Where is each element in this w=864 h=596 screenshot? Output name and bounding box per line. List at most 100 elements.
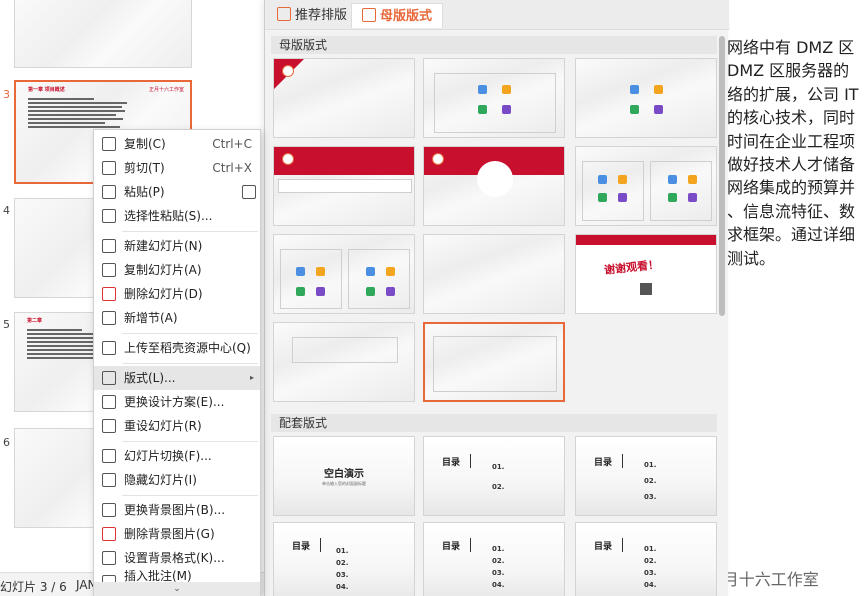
toc-number: 03. <box>644 493 657 501</box>
toc-title: 目录 <box>442 458 461 468</box>
reset-icon <box>102 419 116 433</box>
title-divider <box>470 538 471 552</box>
cut-icon <box>102 161 116 175</box>
thanks-text: 谢谢观看！ <box>603 258 660 277</box>
paste-icon <box>102 185 116 199</box>
placeholder-box <box>278 179 412 193</box>
menu-item-label: 重设幻灯片(R) <box>124 419 202 433</box>
matching-layout-card[interactable]: 目录 01. 02. <box>423 436 565 516</box>
layout-card-selected[interactable] <box>423 322 565 402</box>
tab-master-layout[interactable]: 母版版式 <box>351 3 444 28</box>
menu-item-layout[interactable]: 版式(L)... ▸ <box>94 366 260 390</box>
menu-item-delete-slide[interactable]: 删除幻灯片(D) <box>94 282 260 306</box>
menu-item-hide-slide[interactable]: 隐藏幻灯片(I) <box>94 468 260 492</box>
chart-icon <box>688 175 697 184</box>
title-divider <box>470 454 471 468</box>
text-line: 网络中有 DMZ 区 <box>727 38 855 57</box>
menu-item-label: 上传至稻壳资源中心(Q) <box>124 341 251 355</box>
text-line: 网络集成的预算并 <box>727 178 856 198</box>
placeholder-box <box>433 336 557 392</box>
menu-item-label: 删除幻灯片(D) <box>124 287 203 301</box>
layout-card[interactable] <box>273 322 415 402</box>
change-bg-icon <box>102 503 116 517</box>
menu-item-label: 复制(C) <box>124 137 166 151</box>
media-icon <box>618 193 627 202</box>
chart-icon <box>618 175 627 184</box>
menu-item-new-slide[interactable]: 新建幻灯片(N) <box>94 234 260 258</box>
menu-item-transition[interactable]: 幻灯片切换(F)... <box>94 444 260 468</box>
text-line: 络的扩展，公司 IT <box>727 84 859 104</box>
menu-item-duplicate-slide[interactable]: 复制幻灯片(A) <box>94 258 260 282</box>
layout-card[interactable] <box>575 146 717 226</box>
picture-icon <box>478 85 487 94</box>
toc-title: 目录 <box>594 458 613 468</box>
logo-badge <box>282 65 294 77</box>
layout-card[interactable] <box>273 58 415 138</box>
toc-number: 02. <box>336 559 349 567</box>
menu-item-label: 粘贴(P) <box>124 185 165 199</box>
toc-number: 01. <box>492 545 505 553</box>
media-icon <box>386 287 395 296</box>
scroll-down-icon[interactable]: ⌄ <box>94 582 260 596</box>
toc-number: 01. <box>492 463 505 471</box>
context-menu[interactable]: 复制(C) Ctrl+C 剪切(T) Ctrl+X 粘贴(P) 选择性粘贴(S)… <box>93 129 261 596</box>
menu-item-change-design[interactable]: 更换设计方案(E)... <box>94 390 260 414</box>
bg-format-icon <box>102 551 116 565</box>
new-slide-icon <box>102 239 116 253</box>
toc-number: 01. <box>644 545 657 553</box>
menu-item-paste-special[interactable]: 选择性粘贴(S)... <box>94 204 260 228</box>
table-icon <box>478 105 487 114</box>
panel-scrollbar[interactable] <box>719 36 725 316</box>
menu-item-label: 剪切(T) <box>124 161 165 175</box>
tab-recommended[interactable]: 推荐排版 <box>267 3 357 28</box>
layout-card-thanks[interactable]: 谢谢观看！ <box>575 234 717 314</box>
layout-card[interactable] <box>423 146 565 226</box>
layout-panel[interactable]: 推荐排版 母版版式 母版版式 谢谢观看！ 配套版式 空白演示 单击输入您的封面副… <box>264 0 729 596</box>
menu-item-delete-background[interactable]: 删除背景图片(G) <box>94 522 260 546</box>
toc-number: 02. <box>492 557 505 565</box>
matching-layout-card[interactable]: 目录 01. 02. 03. 04. <box>575 522 717 596</box>
table-icon <box>598 193 607 202</box>
layout-card[interactable] <box>273 146 415 226</box>
picture-icon <box>296 267 305 276</box>
section-matching-layouts: 配套版式 <box>271 414 717 432</box>
slide-thumbnail-2[interactable] <box>14 0 192 68</box>
layout-card[interactable] <box>423 58 565 138</box>
menu-item-upload[interactable]: 上传至稻壳资源中心(Q) <box>94 336 260 360</box>
layout-card[interactable] <box>273 234 415 314</box>
picture-icon <box>598 175 607 184</box>
menu-item-change-background[interactable]: 更换背景图片(B)... <box>94 498 260 522</box>
menu-item-cut[interactable]: 剪切(T) Ctrl+X <box>94 156 260 180</box>
title-divider <box>622 538 623 552</box>
menu-item-copy[interactable]: 复制(C) Ctrl+C <box>94 132 260 156</box>
text-line: 、信息流特征、数 <box>727 201 856 221</box>
menu-item-reset-slide[interactable]: 重设幻灯片(R) <box>94 414 260 438</box>
circle-decoration <box>477 161 513 197</box>
toc-number: 03. <box>644 569 657 577</box>
menu-item-background-format[interactable]: 设置背景格式(K)... <box>94 546 260 570</box>
menu-item-label: 插入批注(M) <box>124 570 192 582</box>
duplicate-slide-icon <box>102 263 116 277</box>
menu-item-label: 版式(L)... <box>124 371 176 385</box>
chart-icon <box>316 267 325 276</box>
transition-icon <box>102 449 116 463</box>
toc-number: 03. <box>336 571 349 579</box>
menu-item-paste[interactable]: 粘贴(P) <box>94 180 260 204</box>
picture-icon <box>630 85 639 94</box>
matching-layout-card[interactable]: 目录 01. 02. 03. 04. <box>273 522 415 596</box>
table-icon <box>366 287 375 296</box>
layout-card[interactable] <box>423 234 565 314</box>
matching-layout-card[interactable]: 目录 01. 02. 03. <box>575 436 717 516</box>
slide-number: 6 <box>3 436 10 449</box>
menu-item-new-section[interactable]: 新增节(A) <box>94 306 260 330</box>
text-line: 时间在企业工程项 <box>727 131 856 151</box>
matching-layout-card[interactable]: 空白演示 单击输入您的封面副标题 <box>273 436 415 516</box>
layout-card[interactable] <box>575 58 717 138</box>
slide-count: 幻灯片 3 / 6 <box>0 580 67 594</box>
paste-keep-format-icon[interactable] <box>242 185 256 199</box>
matching-layout-card[interactable]: 目录 01. 02. 03. 04. <box>423 522 565 596</box>
copy-icon <box>102 137 116 151</box>
menu-item-insert-comment[interactable]: 插入批注(M) <box>94 570 260 582</box>
media-icon <box>316 287 325 296</box>
menu-separator <box>122 231 258 232</box>
